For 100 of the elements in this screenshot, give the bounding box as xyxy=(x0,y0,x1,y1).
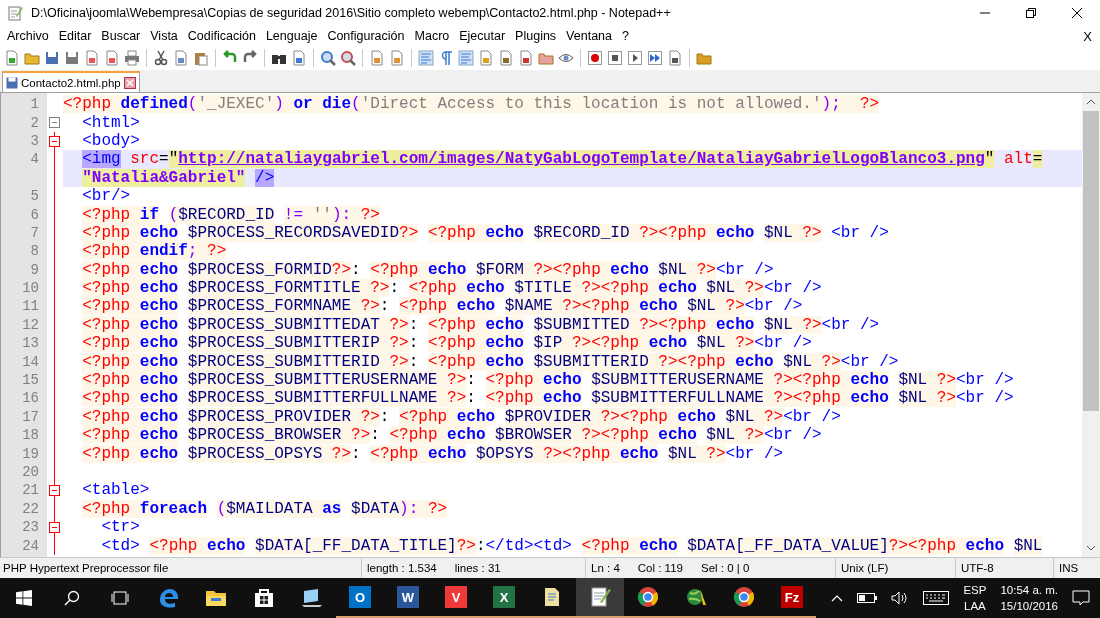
play-icon[interactable] xyxy=(627,50,643,66)
menu-item[interactable]: Macro xyxy=(409,29,455,43)
fold-marker-icon[interactable] xyxy=(49,485,60,497)
code-line: <?php endif; ?> xyxy=(81,242,227,261)
line-number: 18 xyxy=(21,427,39,444)
zoom-in-icon[interactable] xyxy=(320,50,336,66)
app-taskbar-button[interactable]: Fz xyxy=(768,578,816,618)
code-line: <?php foreach ($MAILDATA as $DATA): ?> xyxy=(81,499,448,518)
code-line: <td> <?php echo $DATA[_FF_DATA_TITLE]?>:</td><td> <?php echo $DATA[_FF_DATA_VALUE]?><?php echo $NL xyxy=(100,536,1043,555)
code-line: <?php echo $PROCESS_OPSYS ?>: <?php echo $OPSYS ?><?php echo $NL ?><br /> xyxy=(81,444,784,463)
line-number: 8 xyxy=(29,243,39,260)
menu-item[interactable]: Codificación xyxy=(182,29,261,43)
shopping-bag-icon xyxy=(252,586,276,610)
length-label: length : 1.534 xyxy=(367,562,437,574)
menu-item[interactable]: Plugins xyxy=(510,29,562,43)
app-logo: Fz xyxy=(781,586,803,608)
code-line: <?php echo $PROCESS_RECORDSAVEDID?> <?php echo $RECORD_ID ?><?php echo $NL ?> <br /> xyxy=(81,223,889,242)
selection-label: Sel : 0 | 0 xyxy=(700,562,750,574)
menu-item[interactable]: Editar xyxy=(53,29,97,43)
scroll-up-icon[interactable] xyxy=(1086,99,1096,105)
code-line: <?php echo $PROCESS_SUBMITTERUSERNAME ?>: <?php echo $SUBMITTERUSERNAME ?><?php echo $NL ?><br /> xyxy=(81,371,1014,390)
line-number: 5 xyxy=(29,188,39,205)
clock-date[interactable]: 15/10/2016 xyxy=(1000,598,1058,614)
window-title: D:\Oficina\joomla\Webempresa\Copias de seguridad 2016\Sitio completo webemp\Contacto2.html.php - Notepad++ xyxy=(31,6,671,20)
line-number: 3 xyxy=(29,132,39,149)
line-number: 22 xyxy=(21,500,39,517)
tab-close-icon[interactable] xyxy=(123,76,136,89)
scroll-down-icon[interactable] xyxy=(1086,545,1096,551)
code-line: <?php echo $PROCESS_BROWSER ?>: <?php echo $BROWSER ?><?php echo $NL ?><br /> xyxy=(81,426,822,445)
code-line: <body> xyxy=(81,131,140,150)
line-number: 15 xyxy=(21,372,39,389)
keyboard-icon[interactable] xyxy=(923,591,950,605)
fold-marker-icon[interactable] xyxy=(49,135,60,147)
zoom-out-icon[interactable] xyxy=(340,50,356,66)
chevron-up-icon[interactable] xyxy=(831,594,844,602)
line-number: 6 xyxy=(29,206,39,223)
line-number: 14 xyxy=(21,353,39,370)
cut-icon[interactable] xyxy=(153,50,169,66)
fold-marker-icon[interactable] xyxy=(49,522,60,533)
line-number: 24 xyxy=(21,537,39,554)
menu-item[interactable]: Lenguaje xyxy=(260,29,323,43)
app-taskbar-button[interactable]: W xyxy=(384,578,432,618)
menu-item[interactable]: Archivo xyxy=(2,29,54,43)
search-icon xyxy=(64,590,80,606)
printer-icon[interactable] xyxy=(124,50,140,66)
restore-icon[interactable] xyxy=(1026,8,1036,18)
code-line: "Natalia&Gabriel" /> xyxy=(81,168,275,187)
save-all-icon[interactable] xyxy=(64,50,80,66)
line-number: 4 xyxy=(29,151,39,168)
close-icon[interactable] xyxy=(1072,8,1082,18)
app-logo: O xyxy=(349,586,371,608)
windows-logo-icon xyxy=(16,590,32,606)
code-line: <?php echo $PROCESS_SUBMITTERID ?>: <?php echo $SUBMITTERID ?><?php echo $NL ?><br /> xyxy=(81,352,899,371)
code-line: <img src="http://nataliaygabriel.com/images/NatyGabLogoTemplate/NataliayGabrielLogoBlanco3.png" alt= xyxy=(81,150,1043,169)
keyboard-layout-indicator[interactable]: LAA xyxy=(964,598,986,614)
open-folder-icon[interactable] xyxy=(24,50,40,66)
code-line: <?php echo $PROCESS_FORMTITLE ?>: <?php echo $TITLE ?><?php echo $NL ?><br /> xyxy=(81,279,822,298)
column-label: Col : 119 xyxy=(637,562,683,574)
app-taskbar-button[interactable]: O xyxy=(336,578,384,618)
menu-item[interactable]: Buscar xyxy=(96,29,146,43)
line-number: 23 xyxy=(21,519,39,536)
stop-icon[interactable] xyxy=(607,50,623,66)
new-file-icon[interactable] xyxy=(4,50,20,66)
line-number: 13 xyxy=(21,335,39,352)
app-taskbar-button[interactable]: V xyxy=(432,578,480,618)
line-label: Ln : 4 xyxy=(591,562,620,574)
battery-icon[interactable] xyxy=(857,593,878,603)
menu-item[interactable]: Ventana xyxy=(561,29,617,43)
fold-marker-icon[interactable] xyxy=(49,117,60,129)
play-multiple-icon[interactable] xyxy=(647,50,663,66)
line-number: 21 xyxy=(21,482,39,499)
save-icon[interactable] xyxy=(44,50,60,66)
line-number: 12 xyxy=(21,316,39,333)
menu-item[interactable]: ? xyxy=(617,29,634,43)
folder-icon[interactable] xyxy=(538,50,554,66)
notification-icon[interactable] xyxy=(1072,590,1090,606)
code-line: <?php echo $PROCESS_PROVIDER ?>: <?php echo $PROVIDER ?><?php echo $NL ?><br /> xyxy=(81,407,841,426)
paste-icon[interactable] xyxy=(193,50,209,66)
line-number: 2 xyxy=(29,114,39,131)
speaker-icon[interactable] xyxy=(891,591,910,605)
code-line: <?php defined('_JEXEC') or die('Direct Access to this location is not allowed.'); ?> xyxy=(63,95,880,114)
code-line: <table> xyxy=(81,481,150,500)
code-line: <?php echo $PROCESS_FORMNAME ?>: <?php echo $NAME ?><?php echo $NL ?><br /> xyxy=(81,297,803,316)
menu-item[interactable]: Configuración xyxy=(322,29,410,43)
record-icon[interactable] xyxy=(587,50,603,66)
scrollbar-thumb[interactable] xyxy=(1083,111,1099,411)
notepad-taskbar-button[interactable] xyxy=(576,578,624,618)
line-number: 1 xyxy=(29,96,39,113)
clock-time[interactable]: 10:54 a. m. xyxy=(1000,582,1058,598)
language-indicator[interactable]: ESP xyxy=(963,582,987,598)
line-number: 16 xyxy=(21,390,39,407)
app-logo: X xyxy=(493,586,515,608)
app-taskbar-button[interactable]: X xyxy=(480,578,528,618)
line-number: 10 xyxy=(21,280,39,297)
menu-item[interactable]: Vista xyxy=(145,29,183,43)
close-document-button[interactable]: X xyxy=(1075,28,1100,44)
file-tab[interactable]: Contacto2.html.php xyxy=(2,71,140,92)
app-logo: V xyxy=(445,586,467,608)
menu-item[interactable]: Ejecutar xyxy=(454,29,511,43)
code-line: <?php echo $PROCESS_SUBMITTEDAT ?>: <?php echo $SUBMITTED ?><?php echo $NL ?><br /> xyxy=(81,315,880,334)
